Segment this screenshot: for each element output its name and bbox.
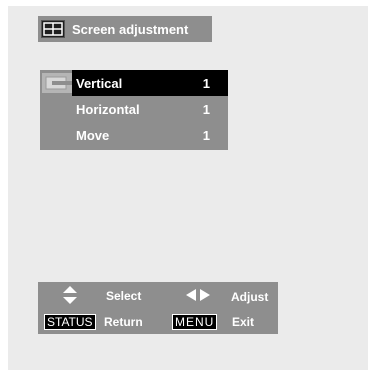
page-title: Screen adjustment: [72, 21, 189, 37]
menu-item-label: Move: [76, 127, 110, 143]
menu-item-value: 1: [202, 101, 210, 117]
menu-item-vertical[interactable]: Vertical 1: [72, 70, 228, 96]
tab-cursor-icon: [42, 73, 72, 93]
title-bar: Screen adjustment: [38, 16, 212, 42]
exit-label: Exit: [232, 315, 255, 329]
adjustment-menu: Vertical 1 Horizontal 1 Move 1: [40, 70, 228, 150]
menu-item-move[interactable]: Move 1: [72, 122, 228, 148]
menu-item-value: 1: [202, 75, 210, 91]
menu-item-value: 1: [202, 127, 210, 143]
screen-grid-icon: [41, 20, 65, 38]
adjust-label: Adjust: [231, 290, 269, 304]
menu-key[interactable]: MENU: [172, 314, 218, 330]
select-label: Select: [106, 289, 142, 303]
menu-item-label: Horizontal: [76, 101, 140, 117]
help-bar: Select Adjust STATUS Return MENU Exit: [38, 282, 278, 334]
up-down-arrows-icon: [63, 286, 77, 304]
menu-item-label: Vertical: [76, 75, 123, 91]
status-key[interactable]: STATUS: [44, 314, 96, 330]
menu-item-horizontal[interactable]: Horizontal 1: [72, 96, 228, 122]
return-label: Return: [104, 315, 143, 329]
left-right-arrows-icon: [186, 289, 210, 301]
